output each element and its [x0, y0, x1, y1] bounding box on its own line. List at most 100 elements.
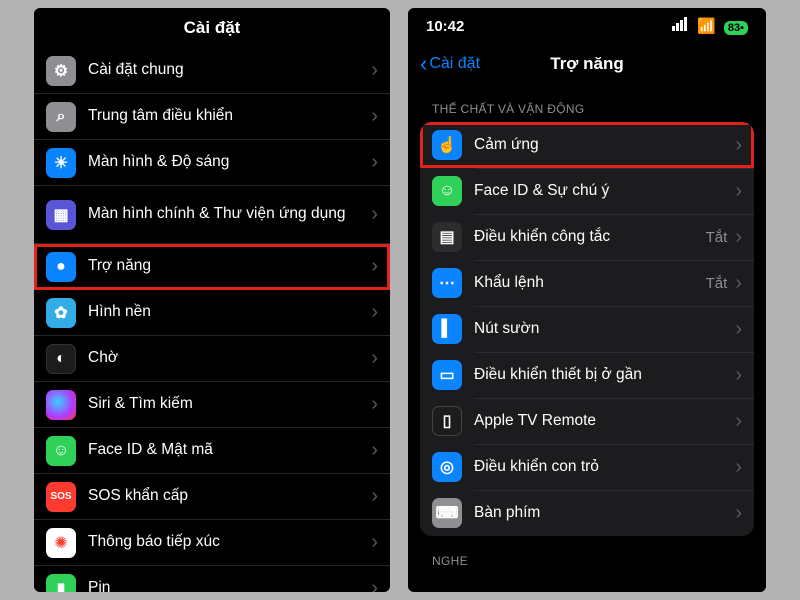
- row-label: Apple TV Remote: [474, 412, 735, 430]
- chevron-right-icon: ›: [371, 347, 378, 370]
- keyboard-icon: ⌨: [432, 498, 462, 528]
- row-label: Hình nền: [88, 303, 371, 322]
- chevron-right-icon: ›: [371, 439, 378, 462]
- voice-icon: ⋯: [432, 268, 462, 298]
- settings-screen: Cài đặt ⚙ Cài đặt chung › ⌕ Trung tâm đi…: [34, 8, 390, 592]
- remote-icon: ▯: [432, 406, 462, 436]
- row-label: Trung tâm điều khiển: [88, 107, 371, 126]
- row-home-screen[interactable]: ▦ Màn hình chính & Thư viện ứng dụng ›: [34, 186, 390, 244]
- row-label: Điều khiển thiết bị ở gần: [474, 366, 735, 384]
- status-bar: 10:42 📶 83▪: [408, 8, 766, 44]
- section-header-hearing: NGHE: [408, 536, 766, 574]
- sun-icon: ☀: [46, 148, 76, 178]
- battery-icon: ▮: [46, 574, 76, 593]
- chevron-right-icon: ›: [735, 134, 742, 157]
- row-general[interactable]: ⚙ Cài đặt chung ›: [34, 48, 390, 94]
- clock-icon: ◐: [46, 344, 76, 374]
- row-faceid-attention[interactable]: ☺ Face ID & Sự chú ý ›: [420, 168, 754, 214]
- pointer-icon: ◎: [432, 452, 462, 482]
- row-value: Tắt: [706, 229, 728, 246]
- siri-icon: [46, 390, 76, 420]
- row-siri[interactable]: Siri & Tìm kiếm ›: [34, 382, 390, 428]
- row-label: Face ID & Mật mã: [88, 441, 371, 460]
- status-right: 📶 83▪: [672, 17, 748, 35]
- signal-icon: [672, 17, 687, 31]
- chevron-right-icon: ›: [735, 410, 742, 433]
- row-battery[interactable]: ▮ Pin ›: [34, 566, 390, 592]
- nearby-icon: ▭: [432, 360, 462, 390]
- wifi-icon: 📶: [697, 18, 716, 35]
- row-label: Điều khiển công tắc: [474, 228, 706, 246]
- chevron-right-icon: ›: [735, 226, 742, 249]
- row-nearby-devices[interactable]: ▭ Điều khiển thiết bị ở gần ›: [420, 352, 754, 398]
- row-label: Cảm ứng: [474, 136, 735, 154]
- row-label: Pin: [88, 579, 371, 592]
- row-switch-control[interactable]: ▤ Điều khiển công tắc Tắt ›: [420, 214, 754, 260]
- sos-icon: SOS: [46, 482, 76, 512]
- chevron-right-icon: ›: [371, 485, 378, 508]
- row-value: Tắt: [706, 275, 728, 292]
- row-wallpaper[interactable]: ✿ Hình nền ›: [34, 290, 390, 336]
- chevron-right-icon: ›: [371, 151, 378, 174]
- chevron-right-icon: ›: [735, 180, 742, 203]
- chevron-right-icon: ›: [371, 301, 378, 324]
- row-appletv-remote[interactable]: ▯ Apple TV Remote ›: [420, 398, 754, 444]
- row-label: Màn hình chính & Thư viện ứng dụng: [88, 205, 371, 224]
- exposure-icon: ✺: [46, 528, 76, 558]
- row-label: Trợ năng: [88, 257, 371, 276]
- row-label: Thông báo tiếp xúc: [88, 533, 371, 552]
- row-accessibility[interactable]: ● Trợ năng ›: [34, 244, 390, 290]
- page-title: Cài đặt: [34, 8, 390, 48]
- row-label: Chờ: [88, 349, 371, 368]
- row-label: Cài đặt chung: [88, 61, 371, 80]
- chevron-right-icon: ›: [735, 364, 742, 387]
- row-label: SOS khẩn cấp: [88, 487, 371, 506]
- row-label: Nút sườn: [474, 320, 735, 338]
- chevron-right-icon: ›: [371, 393, 378, 416]
- flower-icon: ✿: [46, 298, 76, 328]
- chevron-right-icon: ›: [371, 59, 378, 82]
- section-header-physical: THỂ CHẤT VÀ VẬN ĐỘNG: [408, 84, 766, 122]
- row-display-brightness[interactable]: ☀ Màn hình & Độ sáng ›: [34, 140, 390, 186]
- row-standby[interactable]: ◐ Chờ ›: [34, 336, 390, 382]
- chevron-right-icon: ›: [735, 456, 742, 479]
- row-faceid-passcode[interactable]: ☺ Face ID & Mật mã ›: [34, 428, 390, 474]
- touch-icon: ☝: [432, 130, 462, 160]
- settings-group-physical: ☝ Cảm ứng › ☺ Face ID & Sự chú ý › ▤ Điề…: [420, 122, 754, 536]
- chevron-right-icon: ›: [371, 255, 378, 278]
- apps-grid-icon: ▦: [46, 200, 76, 230]
- row-label: Bàn phím: [474, 504, 735, 522]
- back-button[interactable]: ‹ Cài đặt: [420, 55, 480, 73]
- battery-pill: 83▪: [724, 21, 748, 35]
- row-touch[interactable]: ☝ Cảm ứng ›: [420, 122, 754, 168]
- chevron-right-icon: ›: [735, 502, 742, 525]
- switches-icon: ⌕: [46, 102, 76, 132]
- accessibility-icon: ●: [46, 252, 76, 282]
- chevron-right-icon: ›: [371, 105, 378, 128]
- row-label: Điều khiển con trỏ: [474, 458, 735, 476]
- back-label: Cài đặt: [429, 55, 480, 73]
- row-keyboard[interactable]: ⌨ Bàn phím ›: [420, 490, 754, 536]
- row-label: Face ID & Sự chú ý: [474, 182, 735, 200]
- chevron-right-icon: ›: [371, 203, 378, 226]
- nav-bar: ‹ Cài đặt Trợ năng: [408, 44, 766, 84]
- row-label: Màn hình & Độ sáng: [88, 153, 371, 172]
- row-label: Siri & Tìm kiếm: [88, 395, 371, 414]
- gear-icon: ⚙: [46, 56, 76, 86]
- row-exposure[interactable]: ✺ Thông báo tiếp xúc ›: [34, 520, 390, 566]
- row-sos[interactable]: SOS SOS khẩn cấp ›: [34, 474, 390, 520]
- chevron-right-icon: ›: [735, 272, 742, 295]
- chevron-right-icon: ›: [735, 318, 742, 341]
- accessibility-screen: 10:42 📶 83▪ ‹ Cài đặt Trợ năng THỂ CHẤT …: [408, 8, 766, 592]
- chevron-right-icon: ›: [371, 577, 378, 592]
- settings-list: ⚙ Cài đặt chung › ⌕ Trung tâm điều khiển…: [34, 48, 390, 592]
- faceid-icon: ☺: [432, 176, 462, 206]
- row-voice-control[interactable]: ⋯ Khẩu lệnh Tắt ›: [420, 260, 754, 306]
- chevron-right-icon: ›: [371, 531, 378, 554]
- row-pointer-control[interactable]: ◎ Điều khiển con trỏ ›: [420, 444, 754, 490]
- row-side-button[interactable]: ▌ Nút sườn ›: [420, 306, 754, 352]
- status-time: 10:42: [426, 18, 464, 35]
- row-label: Khẩu lệnh: [474, 274, 706, 292]
- row-control-center[interactable]: ⌕ Trung tâm điều khiển ›: [34, 94, 390, 140]
- switch-control-icon: ▤: [432, 222, 462, 252]
